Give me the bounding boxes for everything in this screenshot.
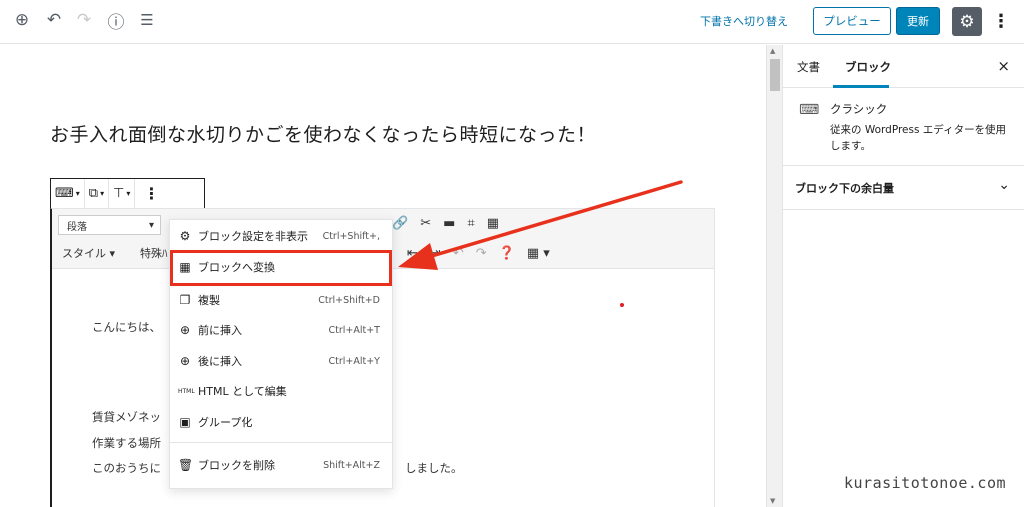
paragraph: 賃貸メゾネッ xyxy=(92,410,161,424)
undo-icon[interactable]: ↶ xyxy=(453,246,464,261)
more-tools-button[interactable]: ⋮ xyxy=(990,8,1012,34)
scroll-down-icon[interactable]: ▼ xyxy=(770,497,775,505)
panel-title: ブロック下の余白量 xyxy=(795,182,894,195)
close-icon[interactable]: × xyxy=(997,57,1010,75)
red-dot-marker xyxy=(620,303,624,307)
menu-item-label: HTML として編集 xyxy=(198,385,287,398)
update-button[interactable]: 更新 xyxy=(896,7,940,35)
table-icon[interactable]: ▦ ▾ xyxy=(527,246,550,261)
link-icon[interactable]: 🔗 xyxy=(392,216,408,231)
align-icon: ⊤ xyxy=(113,186,125,201)
menu-item-shortcut: Ctrl+Shift+D xyxy=(318,294,380,306)
sidebar-tabs: 文書 ブロック × xyxy=(783,45,1024,88)
move-block-control[interactable]: ⧉ ▾ xyxy=(85,179,108,208)
paragraph: こんにちは、 xyxy=(92,320,161,334)
vertical-align-control[interactable]: ⊤ ▾ xyxy=(109,179,134,208)
menu-item-duplicate[interactable]: ❐ 複製 Ctrl+Shift+D xyxy=(170,286,392,314)
post-title[interactable]: お手入れ面倒な水切りかごを使わなくなったら時短になった！ xyxy=(50,120,596,147)
block-more-options-button[interactable]: ⋮ xyxy=(135,179,167,208)
toolbar-row-2: ⇤ ⇥ ↶ ↷ ❓ ▦ ▾ xyxy=(407,246,550,261)
editor-scrollbar[interactable]: ▲ ▼ xyxy=(766,45,782,507)
paragraph: しました。 xyxy=(405,461,463,475)
highlight-box xyxy=(170,250,392,286)
settings-sidebar: 文書 ブロック × ⌨ クラシック 従来の WordPress エディターを使用… xyxy=(782,45,1024,507)
format-select-value: 段落 xyxy=(67,221,87,233)
help-icon[interactable]: ❓ xyxy=(499,246,515,261)
block-toolbar: ⌨ ▾ ⧉ ▾ ⊤ ▾ ⋮ xyxy=(50,178,205,208)
menu-item-shortcut: Ctrl+Alt+T xyxy=(328,324,381,336)
redo-icon[interactable]: ↷ xyxy=(476,246,487,261)
keyboard-icon: ⌨ xyxy=(799,102,820,118)
block-card-description: 従来の WordPress エディターを使用します。 xyxy=(830,124,1007,152)
scrollbar-thumb[interactable] xyxy=(770,59,780,91)
group-icon: ▣ xyxy=(179,415,191,429)
add-block-icon[interactable]: ⊕ xyxy=(10,8,34,32)
more-vertical-icon: ⋮ xyxy=(143,184,160,203)
trash-icon: 🗑 xyxy=(178,458,194,472)
indent-icon[interactable]: ⇥ xyxy=(430,246,441,261)
keyboard-icon: ⌨ xyxy=(55,186,74,201)
menu-item-insert-before[interactable]: ⊕ 前に挿入 Ctrl+Alt+T xyxy=(170,316,392,344)
caret-down-icon: ▾ xyxy=(75,189,80,198)
paragraph: このおうちに xyxy=(92,461,161,475)
watermark: kurasitotonoe.com xyxy=(844,474,1007,492)
menu-item-label: 後に挿入 xyxy=(198,355,242,368)
more-vertical-icon: ⋮ xyxy=(992,10,1010,32)
menu-item-hide-block-settings[interactable]: ⚙ ブロック設定を非表示 Ctrl+Shift+, xyxy=(170,222,392,250)
chevron-down-icon: ⌄ xyxy=(998,177,1010,193)
menu-item-label: ブロック設定を非表示 xyxy=(198,230,308,243)
toolbar-toggle-icon[interactable]: ▦ xyxy=(487,216,499,231)
menu-item-group[interactable]: ▣ グループ化 xyxy=(170,408,392,436)
special-menu[interactable]: 特殊ﾊ xyxy=(140,245,168,261)
duplicate-icon: ❐ xyxy=(179,293,191,307)
caret-down-icon: ▾ xyxy=(126,189,131,198)
menu-item-label: 前に挿入 xyxy=(198,324,242,337)
menu-item-edit-as-html[interactable]: HTML HTML として編集 xyxy=(170,377,392,405)
paragraph: 作業する場所 xyxy=(92,436,161,450)
unlink-icon[interactable]: ✂ xyxy=(420,216,431,231)
menu-item-shortcut: Shift+Alt+Z xyxy=(323,459,380,471)
menu-item-label: ブロックを削除 xyxy=(198,459,275,472)
caret-down-icon: ▾ xyxy=(148,219,154,231)
switch-to-draft-link[interactable]: 下書きへ切り替え xyxy=(700,13,788,29)
info-icon[interactable]: ⓘ xyxy=(104,8,128,33)
style-menu[interactable]: スタイル ▾ xyxy=(62,245,115,261)
outline-icon[interactable]: ☰ xyxy=(135,8,159,32)
toolbar-row-1: 🔗 ✂ ▬ ⌗ ▦ xyxy=(392,216,499,231)
menu-item-remove-block[interactable]: 🗑 ブロックを削除 Shift+Alt+Z xyxy=(170,451,392,479)
caret-down-icon: ▾ xyxy=(100,189,105,198)
preview-button[interactable]: プレビュー xyxy=(813,7,891,35)
gear-icon: ⚙ xyxy=(959,11,975,32)
read-more-icon[interactable]: ▬ xyxy=(443,216,455,231)
menu-item-shortcut: Ctrl+Alt+Y xyxy=(328,355,381,367)
tab-block[interactable]: ブロック xyxy=(845,59,891,75)
editor-header: ⊕ ↶ ↷ ⓘ ☰ 下書きへ切り替え プレビュー 更新 ⚙ ⋮ xyxy=(0,0,1024,44)
menu-divider xyxy=(170,442,392,443)
settings-button[interactable]: ⚙ xyxy=(952,7,982,36)
scroll-up-icon[interactable]: ▲ xyxy=(770,47,775,55)
undo-icon[interactable]: ↶ xyxy=(42,8,66,32)
html-icon: HTML xyxy=(178,387,195,395)
move-icon: ⧉ xyxy=(88,186,99,201)
menu-item-insert-after[interactable]: ⊕ 後に挿入 Ctrl+Alt+Y xyxy=(170,347,392,375)
block-card-title: クラシック xyxy=(830,102,888,116)
insert-before-icon: ⊕ xyxy=(179,323,191,337)
panel-block-bottom-margin[interactable]: ブロック下の余白量 ⌄ xyxy=(783,166,1024,210)
format-select[interactable]: 段落 ▾ xyxy=(58,215,161,235)
tab-document[interactable]: 文書 xyxy=(797,59,820,75)
gear-icon: ⚙ xyxy=(179,229,191,243)
outdent-icon[interactable]: ⇤ xyxy=(407,246,418,261)
redo-icon[interactable]: ↷ xyxy=(72,8,96,32)
menu-item-label: グループ化 xyxy=(198,416,253,429)
menu-item-shortcut: Ctrl+Shift+, xyxy=(322,230,380,242)
block-card: ⌨ クラシック 従来の WordPress エディターを使用します。 xyxy=(783,88,1024,166)
menu-item-label: 複製 xyxy=(198,294,220,307)
block-type-switcher[interactable]: ⌨ ▾ xyxy=(51,179,84,208)
insert-after-icon: ⊕ xyxy=(179,354,191,368)
page-break-icon[interactable]: ⌗ xyxy=(467,216,474,231)
